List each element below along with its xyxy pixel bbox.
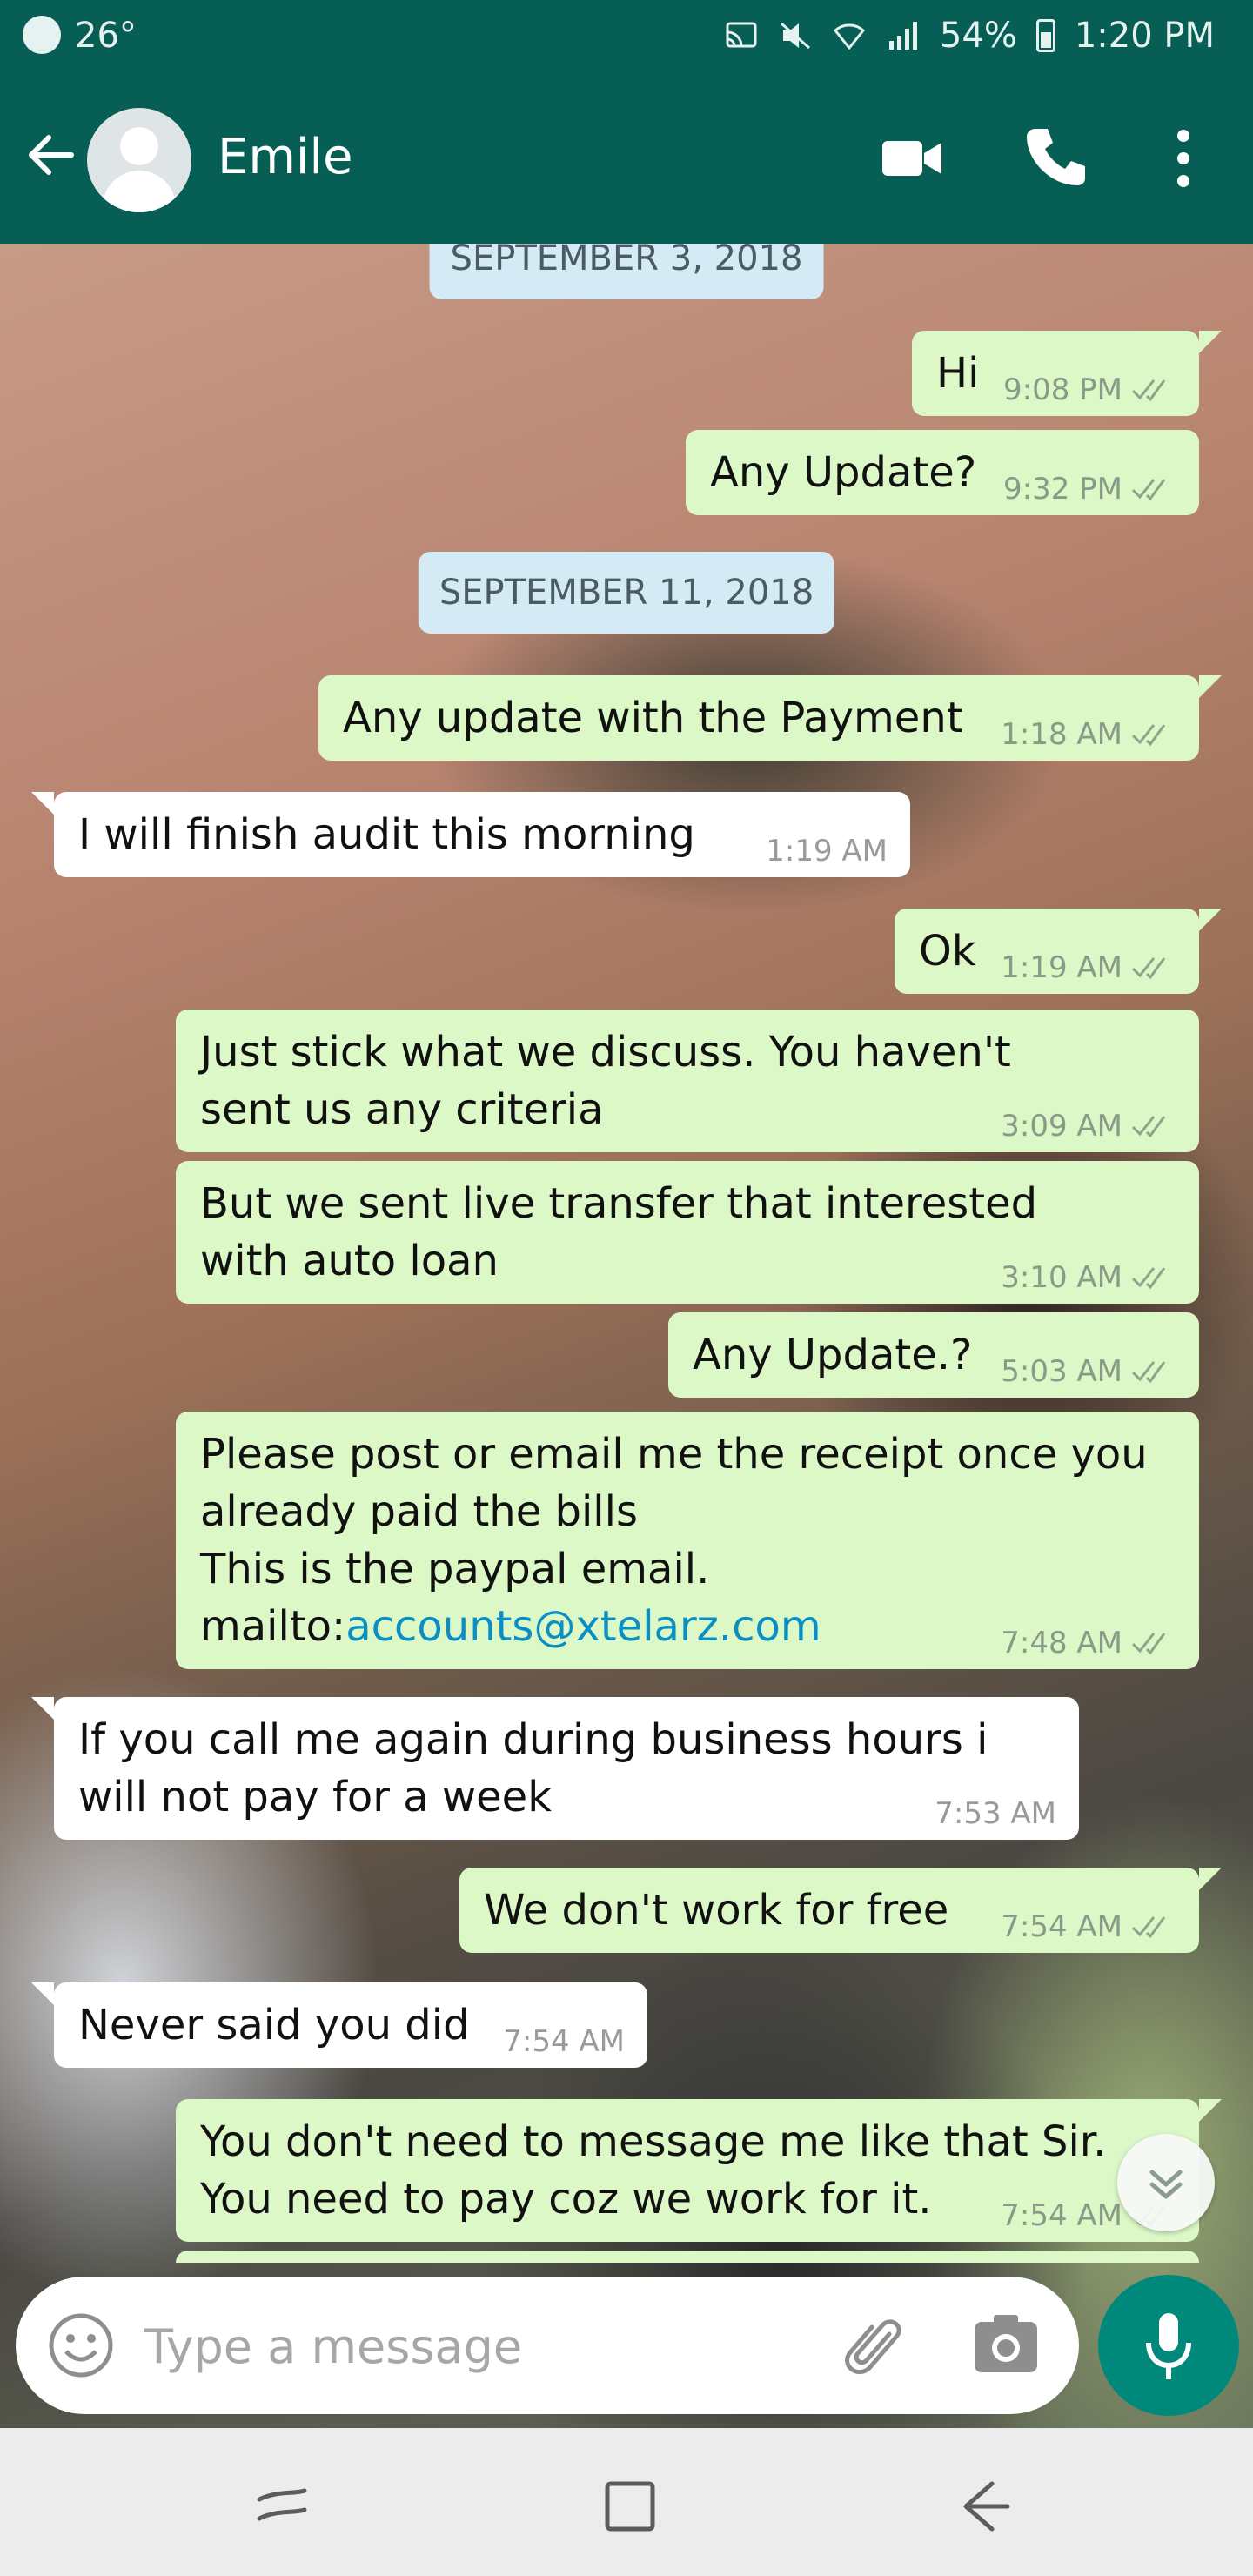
- message-meta: 5:03 AM: [1001, 1354, 1176, 1389]
- double-check-icon: [1131, 1633, 1166, 1655]
- message-meta: 9:32 PM: [1003, 472, 1176, 506]
- message-time: 7:54 AM: [1001, 2198, 1122, 2233]
- battery-icon: [1035, 19, 1055, 52]
- status-bar: 26° 54% 1:20 PM: [0, 0, 1253, 73]
- recent-apps-icon[interactable]: [247, 2472, 317, 2541]
- message-text: If you call me again during business hou…: [78, 1715, 988, 1821]
- contact-name[interactable]: Emile: [218, 129, 353, 185]
- cast-icon: [726, 22, 757, 48]
- message-time: 7:53 AM: [935, 1796, 1056, 1831]
- message-input[interactable]: [143, 2311, 825, 2381]
- battery-percent: 54%: [939, 16, 1017, 56]
- double-check-icon: [1131, 957, 1166, 980]
- message-time: 7:54 AM: [1001, 1909, 1122, 1944]
- message-bubble-out[interactable]: Any Update.? 5:03 AM: [668, 1312, 1199, 1398]
- double-check-icon: [1131, 379, 1166, 402]
- double-check-icon: [1131, 479, 1166, 501]
- double-check-icon: [1131, 1916, 1166, 1939]
- message-time: 7:48 AM: [1001, 1626, 1122, 1660]
- message-bubble-in[interactable]: I will finish audit this morning 1:19 AM: [31, 792, 910, 877]
- message-text: Just stick what we discuss. You haven't …: [200, 1028, 1011, 1134]
- message-bubble-out[interactable]: Just stick what we discuss. You haven't …: [176, 1010, 1199, 1152]
- message-text: Ok: [919, 927, 976, 976]
- message-time: 1:19 AM: [1001, 950, 1122, 985]
- back-nav-icon[interactable]: [947, 2472, 1016, 2541]
- wifi-icon: [833, 23, 865, 50]
- message-meta: 1:18 AM: [1001, 717, 1176, 752]
- double-check-icon: [1131, 1361, 1166, 1384]
- message-time: 5:03 AM: [1001, 1354, 1122, 1389]
- message-text: Any update with the Payment: [343, 694, 963, 742]
- message-text: I will finish audit this morning: [78, 810, 695, 859]
- message-time: 1:19 AM: [766, 834, 888, 869]
- double-check-icon: [1131, 1116, 1166, 1138]
- double-check-icon: [1131, 724, 1166, 747]
- chevron-down-icon: [1149, 2170, 1183, 2199]
- message-bubble-out[interactable]: We don't work for free 7:54 AM: [459, 1868, 1222, 1953]
- message-meta: 7:53 AM: [935, 1796, 1056, 1831]
- system-nav-bar: [0, 2428, 1253, 2576]
- mic-button[interactable]: [1098, 2275, 1239, 2416]
- message-bubble-out[interactable]: Any update with the Payment 1:18 AM: [318, 675, 1222, 761]
- message-time: 1:18 AM: [1001, 717, 1122, 752]
- signal-icon: [888, 22, 917, 50]
- status-right: 54% 1:20 PM: [724, 16, 1215, 56]
- message-time: 3:10 AM: [1001, 1260, 1122, 1295]
- more-vert-icon[interactable]: [1166, 124, 1201, 193]
- message-meta: 7:54 AM: [1001, 1909, 1176, 1944]
- clock-text: 1:20 PM: [1074, 16, 1215, 56]
- message-composer: [16, 2277, 1079, 2414]
- message-meta: 3:10 AM: [1001, 1260, 1176, 1295]
- avatar-body: [103, 171, 176, 212]
- mute-icon: [780, 22, 810, 50]
- double-check-icon: [1131, 1267, 1166, 1290]
- message-meta: 3:09 AM: [1001, 1109, 1176, 1144]
- message-bubble-out[interactable]: Please post or email me the receipt once…: [176, 1412, 1199, 1669]
- message-bubble-out[interactable]: You don't need to message me like that S…: [176, 2099, 1222, 2242]
- chat-messages[interactable]: SEPTEMBER 3, 2018 Hi 9:08 PM Any Update?…: [0, 244, 1253, 2263]
- message-time: 7:54 AM: [503, 2024, 625, 2059]
- temperature-text: 26°: [75, 16, 137, 56]
- message-bubble-out[interactable]: Hi 9:08 PM: [912, 331, 1222, 416]
- message-meta: 7:48 AM: [1001, 1626, 1176, 1660]
- message-meta: 1:19 AM: [766, 834, 888, 869]
- message-text: We don't work for free: [484, 1886, 949, 1935]
- chat-header: Emile: [0, 73, 1253, 244]
- date-chip: SEPTEMBER 3, 2018: [429, 244, 824, 299]
- message-text: Hi: [936, 349, 980, 398]
- message-text: Any Update.?: [693, 1331, 973, 1379]
- messenger-icon: [23, 16, 61, 54]
- message-time: 9:32 PM: [1003, 472, 1122, 506]
- video-call-icon[interactable]: [879, 132, 945, 184]
- message-meta: 7:54 AM: [503, 2024, 625, 2059]
- camera-icon[interactable]: [973, 2313, 1039, 2376]
- message-bubble-partial[interactable]: [176, 2251, 1199, 2263]
- back-arrow-icon[interactable]: [19, 124, 82, 186]
- message-bubble-in[interactable]: Never said you did 7:54 AM: [31, 1982, 647, 2068]
- message-bubble-in[interactable]: If you call me again during business hou…: [31, 1697, 1079, 1840]
- status-left: 26°: [23, 16, 137, 56]
- date-chip: SEPTEMBER 11, 2018: [418, 552, 835, 634]
- avatar-head: [120, 127, 158, 165]
- avatar[interactable]: [87, 108, 191, 212]
- message-meta: 1:19 AM: [1001, 950, 1176, 985]
- message-bubble-out[interactable]: Ok 1:19 AM: [895, 909, 1222, 994]
- message-text: You don't need to message me like that S…: [200, 2117, 1107, 2224]
- emoji-icon[interactable]: [45, 2310, 117, 2381]
- paperclip-icon[interactable]: [839, 2308, 910, 2383]
- phone-icon[interactable]: [1023, 124, 1086, 190]
- message-meta: 9:08 PM: [1003, 372, 1176, 407]
- message-text: Any Update?: [710, 448, 977, 497]
- home-icon[interactable]: [595, 2472, 665, 2541]
- message-time: 3:09 AM: [1001, 1109, 1122, 1144]
- email-link[interactable]: accounts@xtelarz.com: [345, 1602, 821, 1651]
- mic-icon: [1146, 2313, 1191, 2379]
- message-bubble-out[interactable]: Any Update? 9:32 PM: [686, 430, 1199, 515]
- message-text: But we sent live transfer that intereste…: [200, 1179, 1038, 1285]
- message-bubble-out[interactable]: But we sent live transfer that intereste…: [176, 1161, 1199, 1304]
- message-time: 9:08 PM: [1003, 372, 1122, 407]
- message-text: Never said you did: [78, 2001, 470, 2049]
- scroll-to-bottom-button[interactable]: [1117, 2134, 1215, 2231]
